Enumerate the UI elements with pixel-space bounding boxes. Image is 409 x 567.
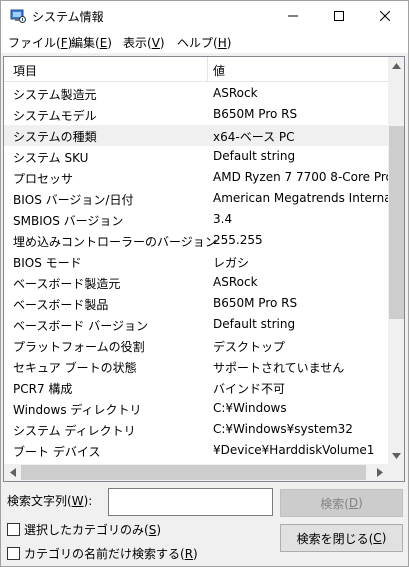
row-item-value: x64-ベース PC	[213, 130, 295, 144]
list-row[interactable]: ブート デバイス ¥Device¥HarddiskVolume1	[4, 440, 388, 461]
scroll-left-button[interactable]	[4, 464, 21, 481]
row-item-value: デスクトップ	[213, 340, 286, 354]
menu-file[interactable]: ファイル(F)	[8, 34, 72, 51]
checkbox-box[interactable]	[7, 547, 20, 560]
row-item-name: システム SKU	[13, 151, 89, 165]
close-icon	[380, 11, 390, 21]
row-item-value: C:¥Windows¥system32	[213, 422, 353, 436]
row-item-name: システムの種類	[13, 130, 97, 144]
row-item-name: BIOS モード	[13, 256, 82, 270]
list-rows: システム製造元 ASRock システムモデル B650M Pro RS システムの種類 x…	[4, 83, 388, 463]
vertical-scroll-thumb[interactable]	[389, 126, 404, 319]
checkbox-label: カテゴリの名前だけ検索する(R)	[24, 547, 198, 561]
row-item-value: American Megatrends International	[213, 191, 388, 205]
arrow-left-icon	[9, 468, 16, 477]
row-item-name: セキュア ブートの状態	[13, 361, 137, 375]
row-item-name: PCR7 構成	[13, 382, 73, 396]
menu-view[interactable]: 表示(V)	[123, 34, 165, 51]
scrollbar-corner	[388, 464, 404, 481]
menu-edit[interactable]: 編集(E)	[71, 34, 112, 51]
list-row[interactable]: PCR7 構成 バインド不可	[4, 377, 388, 398]
arrow-down-icon	[392, 452, 401, 459]
scroll-up-button[interactable]	[388, 57, 404, 74]
row-item-value: レガシ	[213, 256, 250, 270]
row-item-name: Windows ディレクトリ	[13, 403, 142, 417]
search-label: 検索文字列(W):	[7, 494, 93, 508]
row-item-name: BIOS バージョン/日付	[13, 193, 134, 207]
row-item-value: ¥Device¥HarddiskVolume1	[213, 443, 375, 457]
scroll-down-button[interactable]	[388, 447, 404, 464]
search-button[interactable]: 検索(D)	[280, 489, 403, 517]
close-search-button[interactable]: 検索を閉じる(C)	[280, 524, 403, 552]
list-row[interactable]: ベースボード バージョン Default string	[4, 314, 388, 335]
system-information-window: システム情報 ファイル(F) 編集(E) 表示(V) ヘルプ(H) 項目 値 シ…	[0, 0, 409, 567]
list-row[interactable]: BIOS モード レガシ	[4, 251, 388, 272]
arrow-up-icon	[392, 62, 401, 69]
arrow-right-icon	[376, 468, 383, 477]
selected-category-only-checkbox[interactable]: 選択したカテゴリのみ(S)	[7, 521, 161, 538]
system-information-icon	[10, 9, 26, 23]
row-item-value: 255.255	[213, 233, 263, 247]
category-names-only-checkbox[interactable]: カテゴリの名前だけ検索する(R)	[7, 545, 198, 562]
list-row[interactable]: システムの種類 x64-ベース PC	[4, 125, 388, 146]
scroll-right-button[interactable]	[371, 464, 388, 481]
row-item-name: システムモデル	[13, 109, 97, 123]
system-summary-list[interactable]: 項目 値 システム製造元 ASRock システムモデル B650M Pro RS システ…	[3, 56, 405, 482]
horizontal-scrollbar[interactable]	[4, 464, 388, 481]
list-row[interactable]: ベースボード製造元 ASRock	[4, 272, 388, 293]
row-item-value: B650M Pro RS	[213, 296, 298, 310]
row-item-value: Default string	[213, 317, 296, 331]
list-row[interactable]: SMBIOS バージョン 3.4	[4, 209, 388, 230]
row-item-value: Default string	[213, 149, 296, 163]
column-header-value[interactable]: 値	[213, 62, 225, 79]
maximize-button[interactable]	[316, 1, 362, 31]
list-row[interactable]: BIOS バージョン/日付 American Megatrends Interna…	[4, 188, 388, 209]
minimize-button[interactable]	[270, 1, 316, 31]
vertical-scrollbar[interactable]	[388, 57, 404, 464]
row-item-name: ベースボード バージョン	[13, 319, 148, 333]
row-item-name: システム製造元	[13, 88, 97, 102]
row-item-name: システム ディレクトリ	[13, 424, 136, 438]
row-item-name: プロセッサ	[13, 172, 74, 186]
list-row[interactable]: Windows ディレクトリ C:¥Windows	[4, 398, 388, 419]
list-row[interactable]: 埋め込みコントローラーのバージョン 255.255	[4, 230, 388, 251]
minimize-icon	[288, 15, 298, 17]
list-row[interactable]: システム SKU Default string	[4, 146, 388, 167]
list-row[interactable]: システム ディレクトリ C:¥Windows¥system32	[4, 419, 388, 440]
column-divider[interactable]	[207, 57, 208, 82]
close-button[interactable]	[362, 1, 408, 31]
search-input[interactable]	[108, 488, 273, 516]
row-item-value: B650M Pro RS	[213, 107, 298, 121]
row-item-value: バインド不可	[213, 382, 286, 396]
row-item-name: プラットフォームの役割	[13, 340, 145, 354]
row-item-value: サポートされていません	[213, 361, 345, 375]
list-row[interactable]: ベースボード製品 B650M Pro RS	[4, 293, 388, 314]
window-title: システム情報	[32, 10, 104, 24]
row-item-name: 埋め込みコントローラーのバージョン	[13, 235, 217, 249]
row-item-value: ASRock	[213, 275, 258, 289]
maximize-icon	[334, 11, 344, 21]
row-item-name: SMBIOS バージョン	[13, 214, 124, 228]
row-item-value: AMD Ryzen 7 7700 8-Core Processor	[213, 170, 388, 184]
column-header-item[interactable]: 項目	[13, 62, 37, 79]
row-item-name: ブート デバイス	[13, 445, 101, 459]
checkbox-label: 選択したカテゴリのみ(S)	[24, 523, 161, 537]
row-item-value: 3.4	[213, 212, 233, 226]
list-row[interactable]: プロセッサ AMD Ryzen 7 7700 8-Core Processor	[4, 167, 388, 188]
list-header: 項目 値	[4, 57, 388, 82]
horizontal-scroll-thumb[interactable]	[21, 465, 366, 480]
list-row[interactable]: プラットフォームの役割 デスクトップ	[4, 335, 388, 356]
list-row[interactable]: セキュア ブートの状態 サポートされていません	[4, 356, 388, 377]
checkbox-box[interactable]	[7, 523, 20, 536]
list-row[interactable]: システム製造元 ASRock	[4, 83, 388, 104]
row-item-value: ASRock	[213, 86, 258, 100]
title-bar[interactable]: システム情報	[1, 1, 408, 31]
row-item-name: ベースボード製品	[13, 298, 109, 312]
row-item-value: C:¥Windows	[213, 401, 287, 415]
menu-bar: ファイル(F) 編集(E) 表示(V) ヘルプ(H)	[1, 31, 408, 53]
row-item-name: ベースボード製造元	[13, 277, 121, 291]
list-row[interactable]: システムモデル B650M Pro RS	[4, 104, 388, 125]
menu-help[interactable]: ヘルプ(H)	[177, 34, 231, 51]
